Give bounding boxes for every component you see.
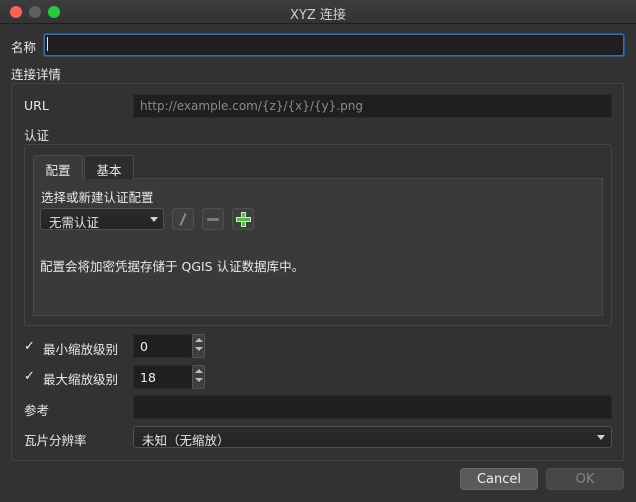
referer-input[interactable] (133, 395, 612, 419)
arrow-up-icon (195, 338, 203, 342)
auth-config-selected: 无需认证 (49, 215, 100, 230)
tile-resolution-select[interactable]: 未知（无缩放） (133, 426, 612, 448)
url-label: URL (24, 98, 49, 113)
min-zoom-stepper[interactable] (192, 334, 205, 358)
pencil-icon (179, 213, 187, 226)
text-caret (47, 37, 48, 51)
min-zoom-checkbox[interactable]: ✓ 最小缩放级别 (24, 339, 124, 357)
window-title: XYZ 连接 (290, 8, 346, 23)
url-placeholder: http://example.com/{z}/{x}/{y}.png (140, 99, 363, 113)
name-label: 名称 (11, 40, 37, 55)
max-zoom-input[interactable]: 18 (133, 365, 193, 389)
max-zoom-label: 最大缩放级别 (43, 372, 119, 387)
connection-details-title: 连接详情 (11, 67, 62, 82)
auth-info-text: 配置会将加密凭据存储于 QGIS 认证数据库中。 (40, 259, 305, 274)
arrow-down-icon (195, 378, 203, 382)
cancel-button[interactable]: Cancel (460, 468, 538, 490)
max-zoom-value: 18 (140, 370, 156, 385)
tile-resolution-selected: 未知（无缩放） (142, 433, 230, 448)
min-zoom-value: 0 (140, 339, 148, 354)
tab-basic[interactable]: 基本 (84, 155, 134, 179)
edit-auth-config-button[interactable] (172, 208, 194, 230)
name-input[interactable] (44, 34, 624, 56)
referer-label: 参考 (24, 403, 50, 418)
checkmark-icon: ✓ (24, 369, 35, 384)
tile-resolution-label: 瓦片分辨率 (24, 433, 87, 448)
ok-button[interactable]: OK (546, 468, 624, 490)
minus-icon (207, 218, 219, 221)
tab-config[interactable]: 配置 (33, 155, 83, 180)
auth-config-label: 选择或新建认证配置 (41, 190, 154, 205)
chevron-down-icon (597, 435, 605, 440)
chevron-down-icon (150, 217, 158, 222)
remove-auth-config-button[interactable] (202, 208, 224, 230)
min-zoom-input[interactable]: 0 (133, 334, 193, 358)
arrow-up-icon (195, 369, 203, 373)
min-zoom-label: 最小缩放级别 (43, 342, 119, 357)
url-input[interactable]: http://example.com/{z}/{x}/{y}.png (133, 94, 612, 118)
add-auth-config-button[interactable] (232, 208, 254, 230)
max-zoom-stepper[interactable] (192, 365, 205, 389)
max-zoom-checkbox[interactable]: ✓ 最大缩放级别 (24, 369, 124, 387)
arrow-down-icon (195, 347, 203, 351)
plus-icon (233, 209, 255, 231)
checkmark-icon: ✓ (24, 339, 35, 354)
auth-label: 认证 (24, 128, 50, 143)
auth-config-select[interactable]: 无需认证 (40, 208, 164, 230)
